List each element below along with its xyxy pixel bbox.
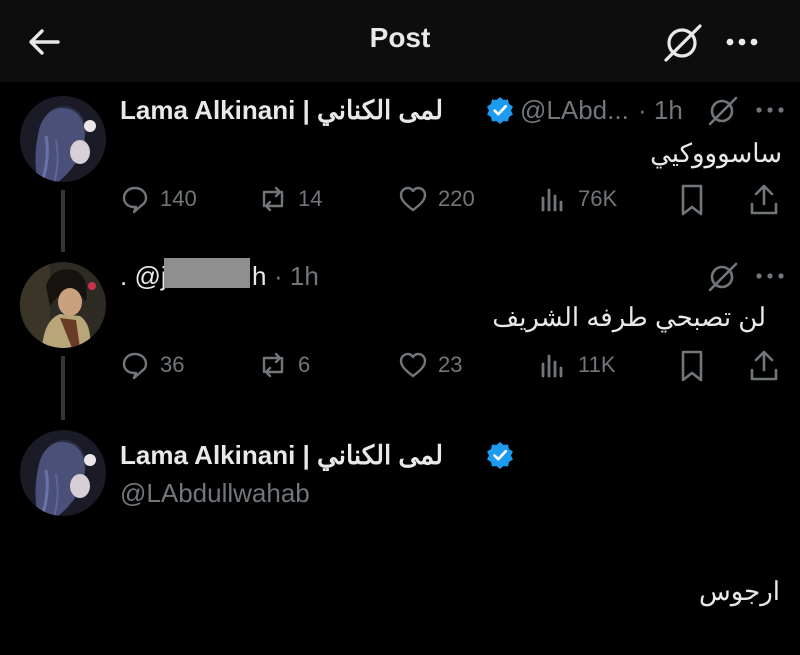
redaction-block <box>164 258 250 288</box>
bookmark-icon[interactable] <box>674 182 710 218</box>
views-count: 11K <box>578 352 616 377</box>
like-button[interactable]: 220 <box>398 182 475 216</box>
author-name[interactable]: Lama Alkinani | لمى الكناني <box>120 95 443 126</box>
verified-badge-icon <box>487 442 513 469</box>
repost-count: 6 <box>298 352 311 377</box>
repost-button[interactable]: 14 <box>258 182 322 216</box>
post-time[interactable]: · 1h <box>638 95 683 126</box>
reply-button[interactable]: 36 <box>120 348 184 382</box>
repost-icon <box>262 352 284 378</box>
grok-icon[interactable] <box>660 22 704 62</box>
reply-icon <box>122 186 148 214</box>
author-name[interactable]: . @j <box>120 261 167 292</box>
author-name[interactable]: Lama Alkinani | لمى الكناني <box>120 440 443 471</box>
author-handle[interactable]: h <box>252 261 266 292</box>
views-button[interactable]: 11K <box>538 348 616 382</box>
tweet-text: لن تصبحي طرفه الشريف <box>492 302 766 332</box>
reply-count: 36 <box>160 352 185 377</box>
more-options-icon[interactable] <box>752 92 788 128</box>
repost-button[interactable]: 6 <box>258 348 310 382</box>
verified-badge-icon <box>487 97 513 124</box>
repost-icon <box>262 186 284 212</box>
more-options-icon[interactable] <box>722 26 762 58</box>
top-bar: Post <box>0 0 800 82</box>
bookmark-icon[interactable] <box>674 348 710 384</box>
tweet-text: ساسوووكيي <box>650 138 782 168</box>
avatar[interactable] <box>20 430 106 516</box>
repost-count: 14 <box>298 186 323 211</box>
analytics-icon <box>541 188 563 212</box>
more-options-icon[interactable] <box>752 258 788 294</box>
like-count: 220 <box>438 186 475 211</box>
heart-icon <box>399 186 427 212</box>
grok-icon[interactable] <box>704 92 740 128</box>
thread-line <box>61 190 65 252</box>
grok-icon[interactable] <box>704 258 740 294</box>
share-icon[interactable] <box>746 182 782 218</box>
heart-icon <box>399 352 427 378</box>
avatar[interactable] <box>20 262 106 348</box>
post-text: ارجوس <box>698 576 780 606</box>
thread-line <box>61 356 65 420</box>
post-time[interactable]: · 1h <box>274 261 319 292</box>
analytics-icon <box>541 354 563 378</box>
author-handle[interactable]: @LAbdullwahab <box>120 478 310 509</box>
reply-icon <box>122 352 148 380</box>
views-count: 76K <box>578 186 618 211</box>
avatar[interactable] <box>20 96 106 182</box>
like-button[interactable]: 23 <box>398 348 462 382</box>
reply-button[interactable]: 140 <box>120 182 197 216</box>
reply-count: 140 <box>160 186 197 211</box>
views-button[interactable]: 76K <box>538 182 617 216</box>
like-count: 23 <box>438 352 463 377</box>
share-icon[interactable] <box>746 348 782 384</box>
author-handle[interactable]: @LAbd... <box>520 95 629 126</box>
